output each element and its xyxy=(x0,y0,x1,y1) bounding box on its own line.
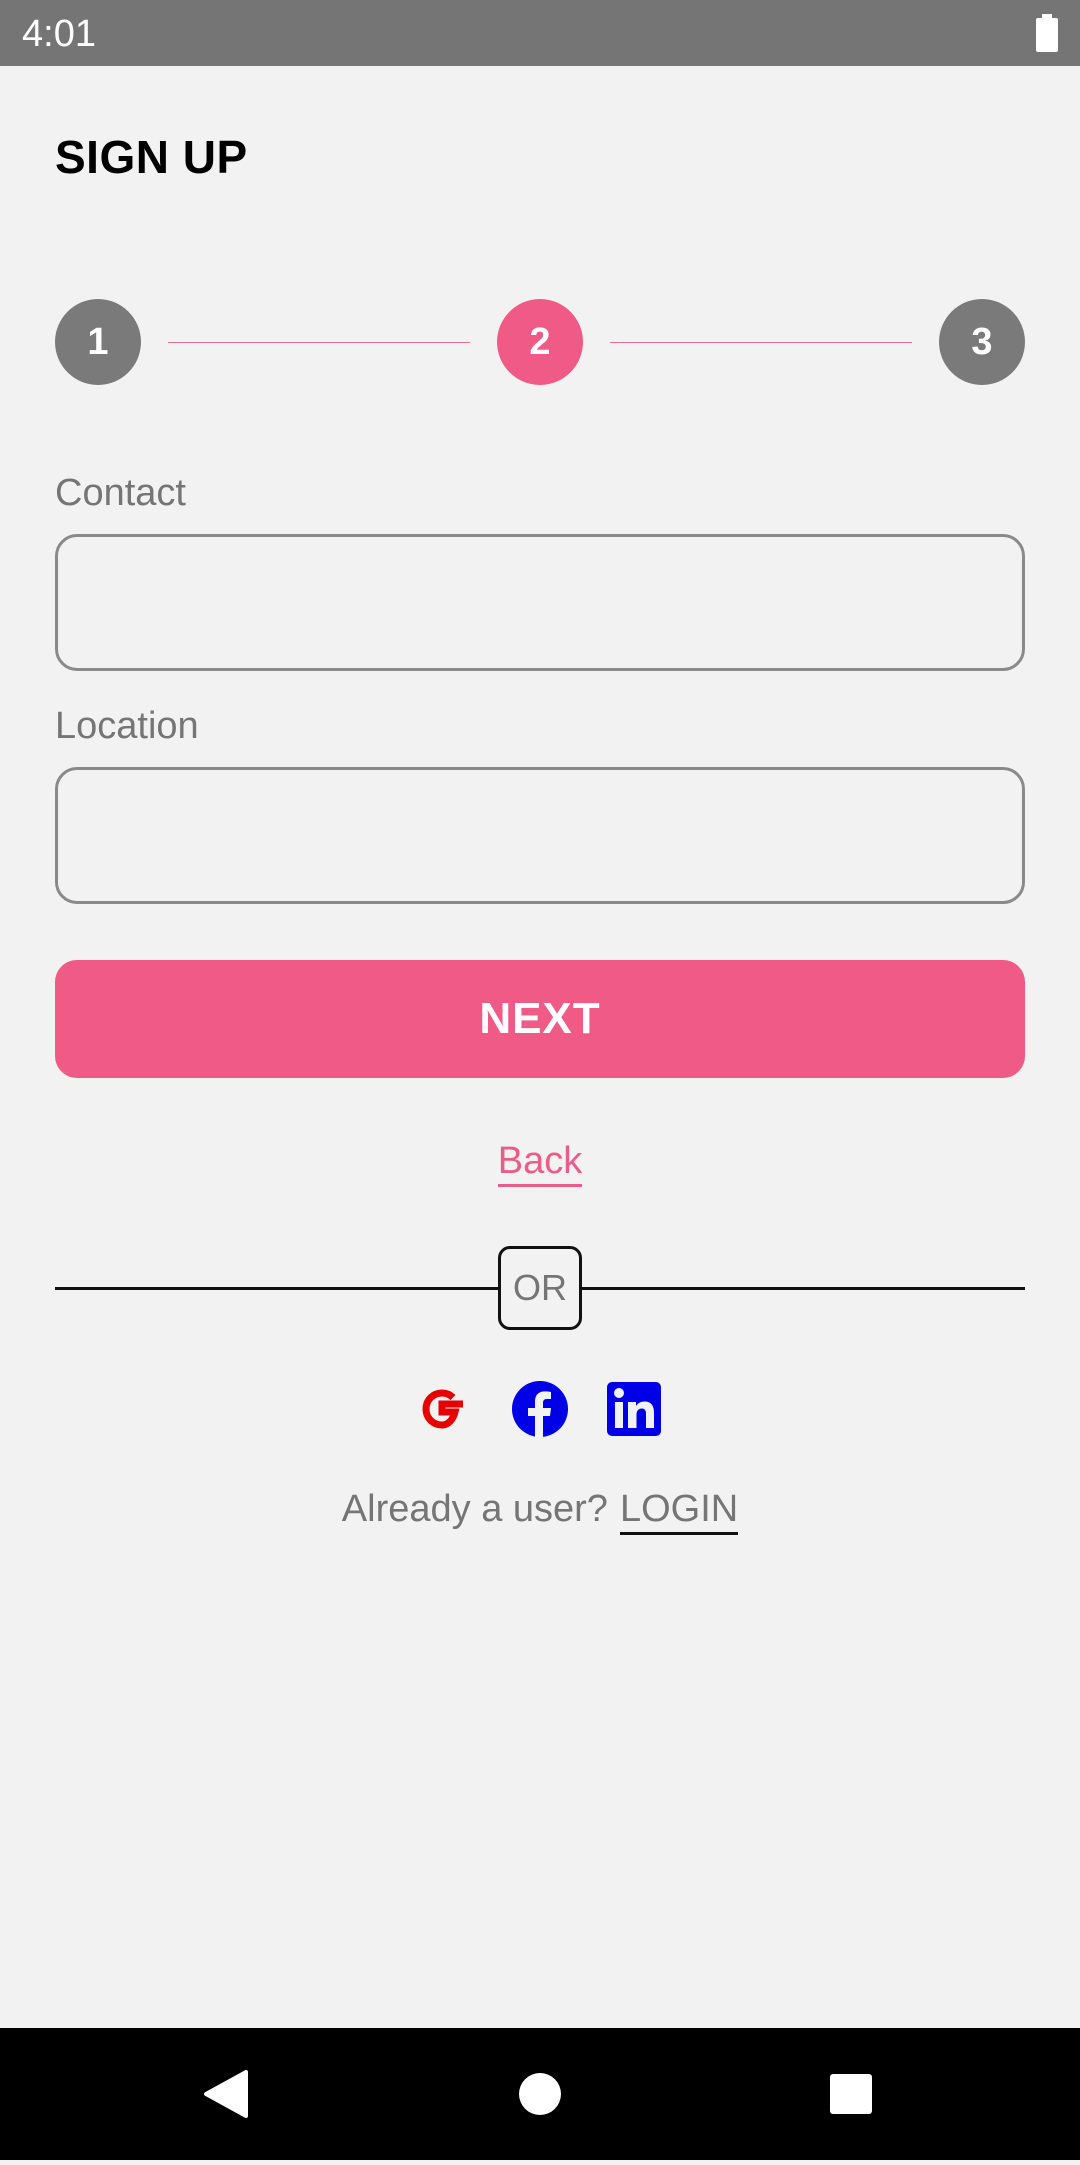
step-3[interactable]: 3 xyxy=(939,299,1025,385)
page-title: SIGN UP xyxy=(55,131,248,183)
login-prompt: Already a user? xyxy=(341,1488,608,1530)
step-1[interactable]: 1 xyxy=(55,299,141,385)
back-icon[interactable] xyxy=(166,2028,286,2160)
battery-full-icon xyxy=(1036,14,1058,52)
step-connector-1 xyxy=(168,342,470,343)
location-input[interactable] xyxy=(55,767,1025,904)
contact-input[interactable] xyxy=(55,534,1025,671)
google-icon[interactable] xyxy=(413,1380,471,1438)
step-2-active[interactable]: 2 xyxy=(497,299,583,385)
home-icon[interactable] xyxy=(480,2028,600,2160)
location-label: Location xyxy=(55,705,199,747)
login-row: Already a user? LOGIN xyxy=(0,1488,1080,1535)
facebook-icon[interactable] xyxy=(511,1380,569,1438)
back-link-row: Back xyxy=(0,1140,1080,1187)
linkedin-icon[interactable] xyxy=(607,1382,661,1436)
login-link[interactable]: LOGIN xyxy=(619,1488,739,1535)
step-connector-2 xyxy=(610,342,912,343)
back-link[interactable]: Back xyxy=(497,1140,583,1187)
divider-right xyxy=(582,1287,1025,1290)
next-button[interactable]: NEXT xyxy=(55,960,1025,1078)
navigation-bar xyxy=(0,2028,1080,2160)
divider-left xyxy=(55,1287,498,1290)
status-bar: 4:01 xyxy=(0,0,1080,66)
recents-icon[interactable] xyxy=(791,2028,911,2160)
or-divider-badge: OR xyxy=(498,1246,582,1330)
status-time: 4:01 xyxy=(22,13,96,55)
contact-label: Contact xyxy=(55,472,186,514)
